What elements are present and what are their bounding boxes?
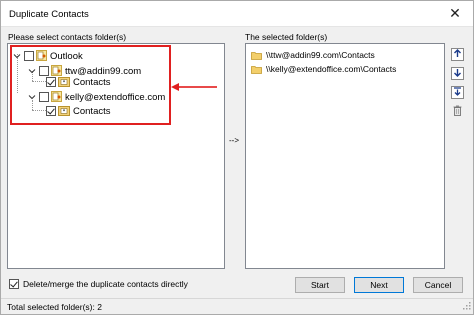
delete-merge-checkbox[interactable] <box>9 279 19 289</box>
duplicate-contacts-dialog: Duplicate Contacts ✕ Please select conta… <box>0 0 474 315</box>
window-title: Duplicate Contacts <box>9 9 89 20</box>
trash-icon <box>453 105 462 118</box>
cancel-button[interactable]: Cancel <box>413 277 463 293</box>
annotation-arrow-line <box>177 86 217 88</box>
move-down-button[interactable] <box>451 67 464 80</box>
arrow-up-icon <box>453 49 462 60</box>
status-text: Total selected folder(s): 2 <box>7 302 102 312</box>
move-to-selected-button[interactable]: --> <box>225 131 243 151</box>
close-button[interactable]: ✕ <box>443 3 467 23</box>
annotation-arrow-icon <box>171 83 179 91</box>
selected-folders-list[interactable]: \\ttw@addin99.com\Contacts \\kelly@exten… <box>245 43 445 269</box>
title-bar: Duplicate Contacts ✕ <box>1 1 473 27</box>
right-panel-label: The selected folder(s) <box>245 32 328 42</box>
delete-button[interactable] <box>451 105 464 118</box>
move-to-bottom-button[interactable] <box>451 86 464 99</box>
left-panel-label: Please select contacts folder(s) <box>8 32 127 42</box>
folder-path: \\kelly@extendoffice.com\Contacts <box>266 64 397 74</box>
resize-grip-icon[interactable] <box>462 301 471 312</box>
start-button[interactable]: Start <box>295 277 345 293</box>
next-button[interactable]: Next <box>354 277 404 293</box>
folder-icon <box>251 65 262 74</box>
list-item[interactable]: \\ttw@addin99.com\Contacts <box>251 49 375 61</box>
highlight-box <box>10 45 171 125</box>
status-bar: Total selected folder(s): 2 <box>1 298 473 314</box>
delete-merge-option[interactable]: Delete/merge the duplicate contacts dire… <box>9 279 188 289</box>
arrow-down-icon <box>453 68 462 79</box>
folder-path: \\ttw@addin99.com\Contacts <box>266 50 375 60</box>
move-to-bottom-icon <box>453 87 462 98</box>
folder-icon <box>251 51 262 60</box>
delete-merge-label: Delete/merge the duplicate contacts dire… <box>23 279 188 289</box>
list-item[interactable]: \\kelly@extendoffice.com\Contacts <box>251 63 396 75</box>
move-up-button[interactable] <box>451 48 464 61</box>
